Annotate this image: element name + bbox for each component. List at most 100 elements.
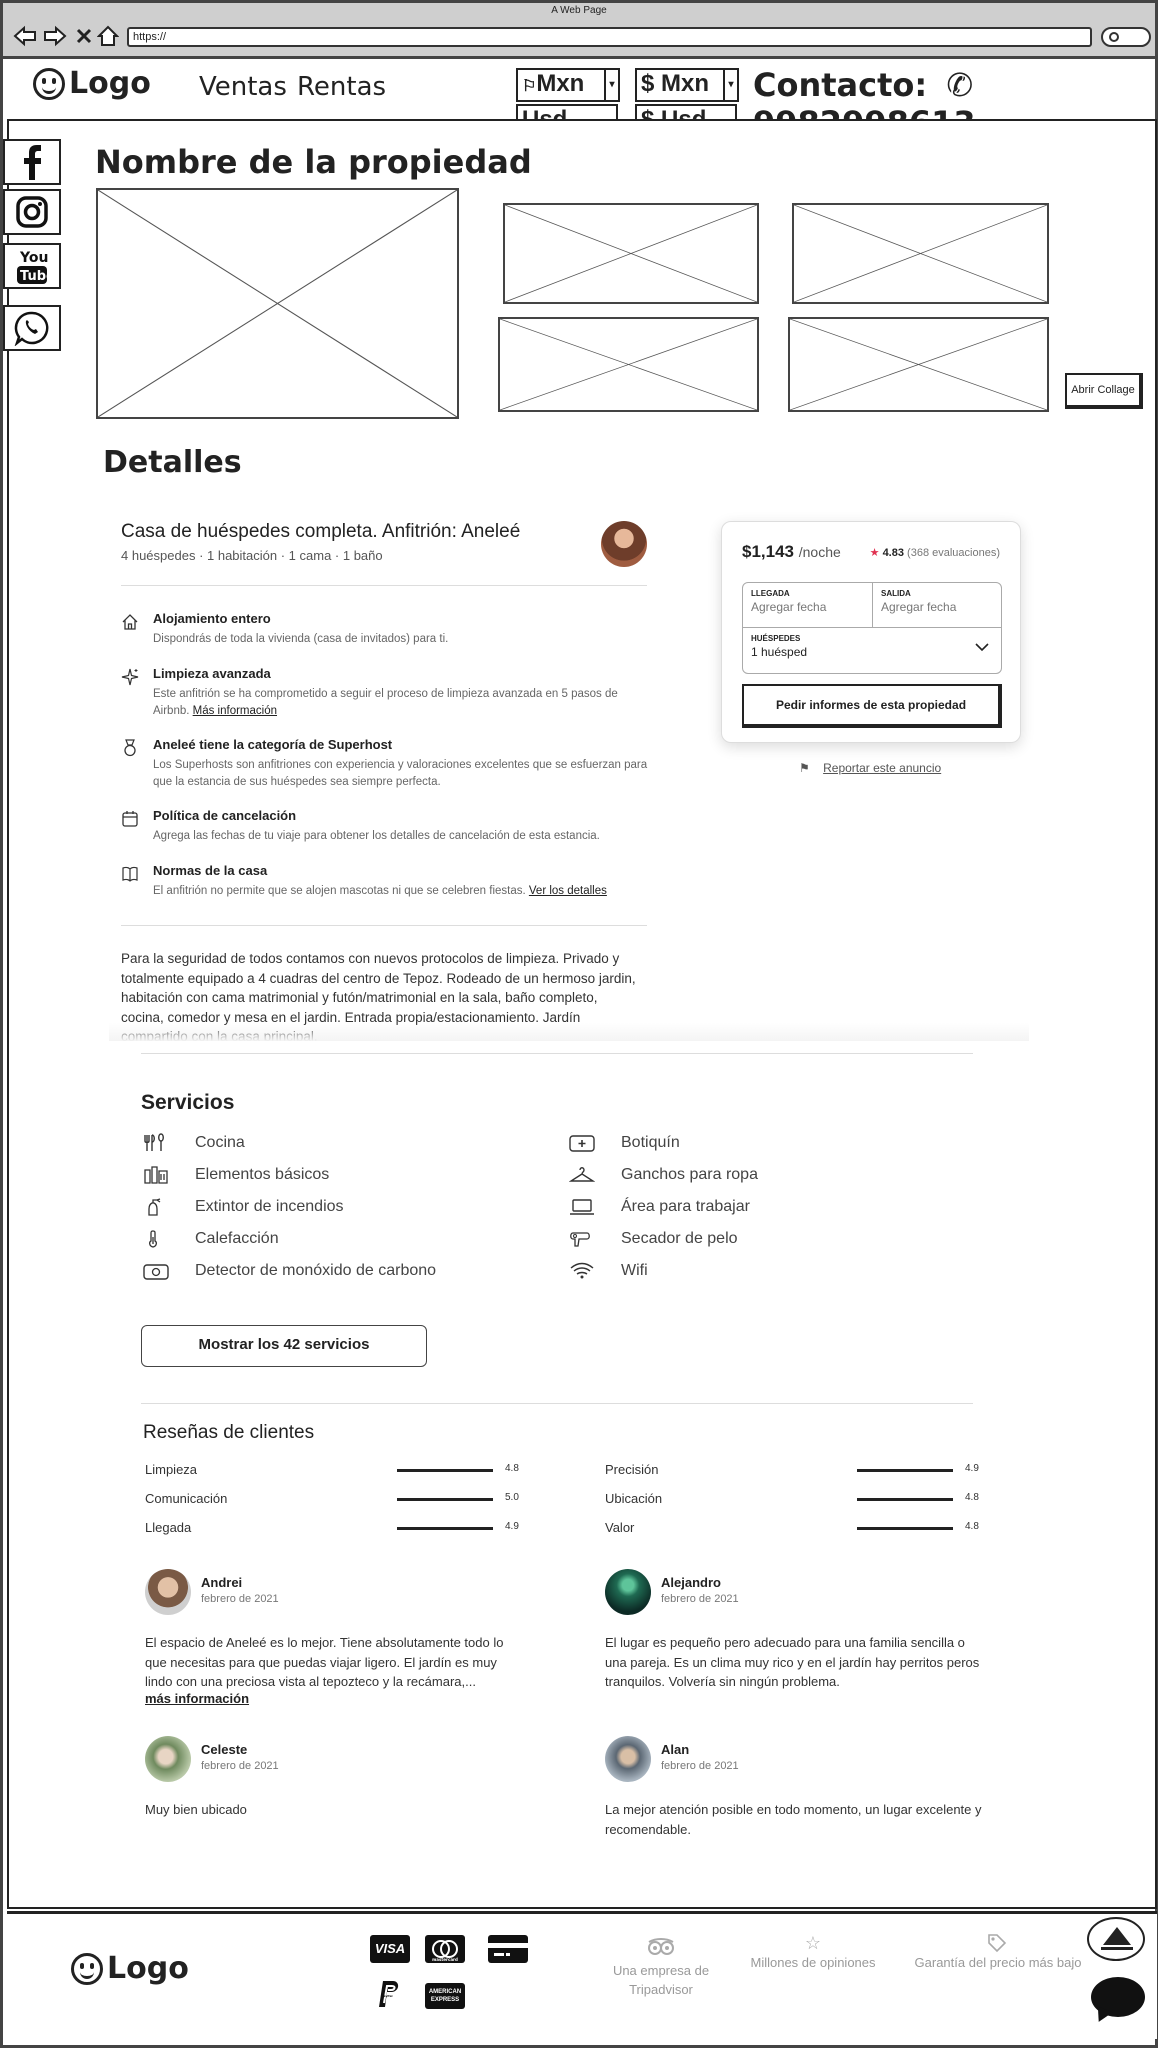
checkout-field[interactable]: SALIDA Agregar fecha	[873, 583, 1001, 628]
score-bar	[857, 1498, 953, 1501]
chat-icon[interactable]	[1091, 1977, 1145, 2017]
close-icon[interactable]	[75, 25, 93, 47]
credit-card-icon	[488, 1935, 528, 1963]
photo-placeholder[interactable]	[498, 317, 759, 412]
chevron-down-icon: ▾	[723, 70, 737, 100]
feature-description: Agrega las fechas de tu viaje para obten…	[153, 828, 653, 845]
photo-placeholder[interactable]	[503, 203, 759, 304]
footer-logo[interactable]: Logo	[107, 1951, 189, 1986]
instagram-button[interactable]	[3, 189, 61, 235]
reviewer-name: Alejandro	[661, 1575, 721, 1590]
main-photo-placeholder[interactable]	[96, 188, 459, 419]
more-info-link[interactable]: más información	[145, 1691, 249, 1706]
guests-select[interactable]: HUÉSPEDES 1 huésped	[743, 628, 1001, 673]
feature-title: Normas de la casa	[153, 863, 268, 878]
facebook-button[interactable]	[3, 139, 61, 185]
flag-icon: ⚑	[799, 761, 810, 775]
score-row: Llegada 4.9	[145, 1520, 525, 1540]
feature-description: Dispondrás de toda la vivienda (casa de …	[153, 631, 653, 648]
feature-text: Agrega las fechas de tu viaje para obten…	[153, 830, 600, 842]
rating-summary[interactable]: ★ 4.83 (368 evaluaciones)	[870, 546, 1000, 559]
window-title: A Web Page	[3, 3, 1155, 19]
score-row: Comunicación 5.0	[145, 1491, 525, 1511]
chevron-down-icon: ▾	[604, 70, 618, 100]
score-label: Llegada	[145, 1520, 192, 1535]
service-label: Secador de pelo	[621, 1230, 738, 1247]
score-row: Valor 4.8	[605, 1520, 985, 1540]
review-card: Celeste febrero de 2021 Muy bien ubicado	[145, 1736, 525, 1826]
score-value: 5.0	[505, 1492, 519, 1503]
phone-icon: ✆	[946, 66, 974, 104]
host-avatar[interactable]	[601, 521, 647, 567]
search-button[interactable]	[1101, 27, 1151, 47]
avatar[interactable]	[145, 1569, 191, 1615]
star-icon: ★	[869, 547, 880, 559]
sparkle-icon	[121, 668, 139, 686]
amex-icon: AMERICAN EXPRESS	[425, 1983, 465, 2009]
score-value: 4.8	[965, 1492, 979, 1503]
score-label: Comunicación	[145, 1491, 228, 1506]
booking-card: $1,143 /noche ★ 4.83 (368 evaluaciones) …	[721, 521, 1021, 743]
checkin-field[interactable]: LLEGADA Agregar fecha	[743, 583, 873, 628]
photo-placeholder[interactable]	[788, 317, 1049, 412]
language-dropdown[interactable]: ⚐Mxn ▾	[516, 68, 620, 102]
nav-rentas[interactable]: Rentas	[297, 72, 386, 102]
browser-window: A Web Page https:// Logo Ventas Rentas ⚐…	[0, 0, 1158, 2048]
photo-placeholder[interactable]	[792, 203, 1049, 304]
report-link[interactable]: Reportar este anuncio	[823, 761, 941, 775]
checkin-value: Agregar fecha	[751, 600, 827, 614]
score-bar	[857, 1469, 953, 1472]
service-label: Extintor de incendios	[195, 1198, 344, 1215]
paypal-icon: PayPal	[371, 1977, 403, 2009]
score-bar	[397, 1469, 493, 1472]
forward-arrow-icon[interactable]	[43, 25, 67, 47]
facebook-icon	[24, 145, 41, 180]
reviews-heading: Reseñas de clientes	[143, 1422, 315, 1443]
nav-ventas[interactable]: Ventas	[199, 72, 287, 102]
score-value: 4.9	[505, 1521, 519, 1532]
first-aid-icon	[569, 1135, 595, 1152]
service-label: Wifi	[621, 1262, 648, 1279]
review-date: febrero de 2021	[201, 1593, 279, 1605]
scroll-to-top-button[interactable]	[1087, 1917, 1145, 1961]
tripadvisor-text: Una empresa de Tripadvisor	[612, 1963, 710, 1997]
report-listing[interactable]: ⚑ Reportar este anuncio	[799, 761, 941, 775]
review-date: febrero de 2021	[661, 1593, 739, 1605]
divider	[141, 1403, 973, 1404]
avatar[interactable]	[145, 1736, 191, 1782]
checkout-value: Agregar fecha	[881, 600, 957, 614]
back-arrow-icon[interactable]	[13, 25, 37, 47]
url-input[interactable]: https://	[127, 27, 1092, 47]
see-details-link[interactable]: Ver los detalles	[529, 885, 607, 897]
request-info-button[interactable]: Pedir informes de esta propiedad	[742, 684, 1002, 728]
service-label: Área para trabajar	[621, 1198, 750, 1215]
show-all-services-button[interactable]: Mostrar los 42 servicios	[141, 1325, 427, 1367]
wifi-icon	[570, 1262, 594, 1279]
home-icon[interactable]	[97, 25, 119, 47]
review-card: Alejandro febrero de 2021 El lugar es pe…	[605, 1569, 985, 1689]
feature-item: Aneleé tiene la categoría de Superhost L…	[121, 737, 651, 797]
youtube-button[interactable]: You Tube	[3, 243, 61, 289]
whatsapp-button[interactable]	[3, 305, 61, 351]
currency-dropdown[interactable]: $ Mxn ▾	[635, 68, 739, 102]
whatsapp-icon	[14, 311, 49, 346]
feature-text: Los Superhosts son anfitriones con exper…	[153, 759, 648, 788]
review-card: Alan febrero de 2021 La mejor atención p…	[605, 1736, 985, 1846]
avatar[interactable]	[605, 1569, 651, 1615]
more-info-link[interactable]: Más información	[193, 705, 277, 717]
site-logo[interactable]: Logo	[69, 66, 151, 101]
service-label: Calefacción	[195, 1230, 279, 1247]
thermometer-icon	[149, 1230, 157, 1248]
service-label: Cocina	[195, 1134, 245, 1151]
feature-description: Los Superhosts son anfitriones con exper…	[153, 757, 653, 791]
review-date: febrero de 2021	[201, 1760, 279, 1772]
feature-title: Aneleé tiene la categoría de Superhost	[153, 737, 393, 752]
book-icon	[122, 866, 138, 882]
flag-icon: ⚐	[522, 78, 537, 95]
essentials-icon	[144, 1166, 168, 1184]
open-collage-button[interactable]: Abrir Collage	[1065, 373, 1143, 409]
feature-item: Normas de la casa El anfitrión no permit…	[121, 863, 651, 903]
checkout-label: SALIDA	[881, 589, 911, 598]
avatar[interactable]	[605, 1736, 651, 1782]
review-date: febrero de 2021	[661, 1760, 739, 1772]
